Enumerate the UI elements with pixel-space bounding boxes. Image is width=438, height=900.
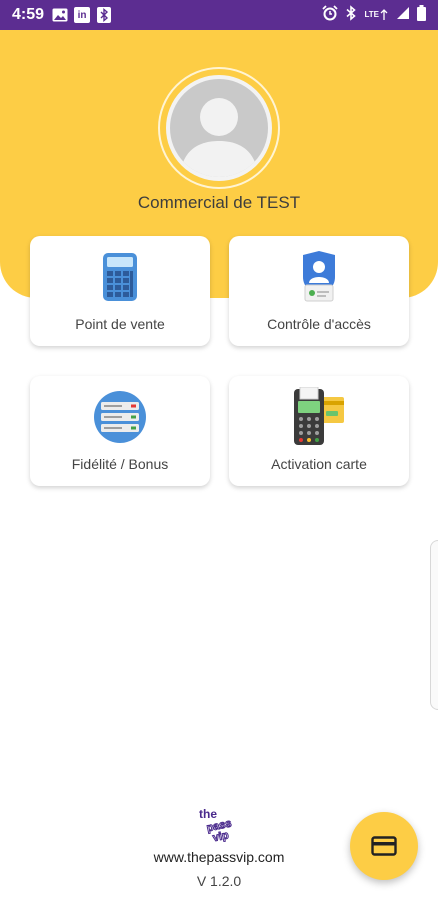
tile-label: Fidélité / Bonus (71, 456, 169, 472)
logo-text-vip: vip (212, 829, 230, 842)
side-drawer-handle[interactable] (430, 540, 438, 710)
access-badge-icon (289, 250, 349, 304)
gallery-icon (52, 7, 68, 23)
payment-terminal-icon (289, 387, 349, 445)
logo-text-the: the (199, 807, 217, 821)
user-silhouette-icon (180, 98, 258, 177)
avatar-ring[interactable] (158, 67, 280, 189)
battery-icon (417, 4, 426, 26)
status-bar: 4:59 in LTE (0, 0, 438, 30)
card-fab-button[interactable] (350, 812, 418, 880)
bluetooth-box-icon (96, 7, 112, 23)
status-notification-icons: in (52, 7, 112, 23)
tile-fidelite-bonus[interactable]: Fidélité / Bonus (30, 376, 210, 486)
lte-label: LTE (364, 10, 379, 19)
tile-label: Activation carte (271, 456, 367, 472)
thepassvip-logo: the pass vip (197, 806, 241, 845)
status-time: 4:59 (12, 6, 45, 23)
server-icon (90, 390, 150, 444)
calculator-icon (90, 250, 150, 304)
signal-icon (396, 6, 410, 25)
linkedin-icon: in (74, 7, 91, 23)
status-system-icons: LTE (322, 4, 426, 26)
avatar (166, 75, 272, 181)
bluetooth-icon (345, 4, 357, 26)
user-name: Commercial de TEST (137, 193, 301, 212)
tile-controle-acces[interactable]: Contrôle d'accès (229, 236, 409, 346)
credit-card-icon (371, 836, 397, 856)
tile-activation-carte[interactable]: Activation carte (229, 376, 409, 486)
alarm-icon (322, 4, 339, 26)
tile-point-de-vente[interactable]: Point de vente (30, 236, 210, 346)
tile-label: Contrôle d'accès (267, 316, 371, 332)
tile-label: Point de vente (75, 316, 165, 332)
lte-signal-icon: LTE (364, 9, 389, 21)
